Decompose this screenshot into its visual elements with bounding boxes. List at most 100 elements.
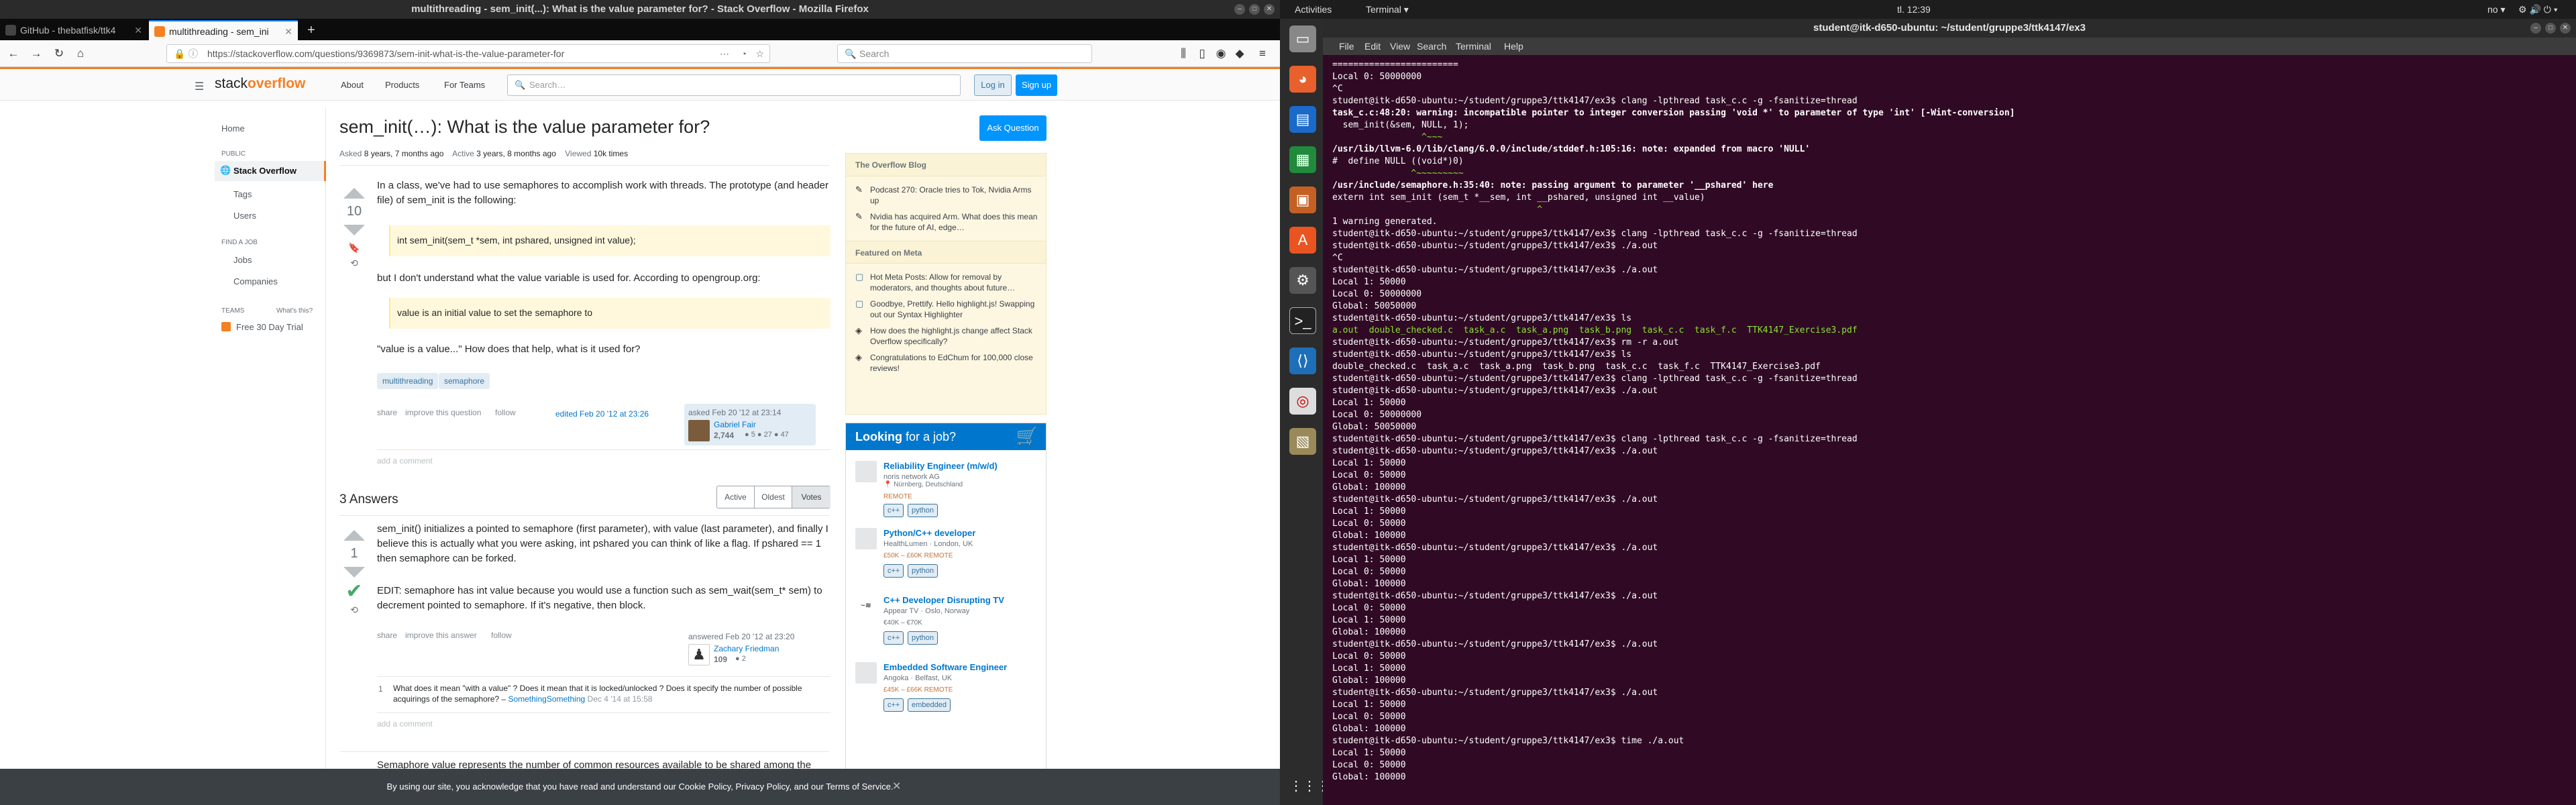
maximize-icon[interactable]: □: [1249, 4, 1260, 15]
show-applications-icon[interactable]: ⋮⋮⋮: [1289, 773, 1330, 800]
follow-link[interactable]: follow: [495, 408, 516, 417]
close-icon[interactable]: ✕: [2560, 23, 2571, 34]
info-icon[interactable]: ⓘ: [189, 45, 198, 62]
forward-icon[interactable]: →: [28, 46, 44, 62]
pocket-icon[interactable]: ◔: [741, 45, 747, 62]
sort-active-tab[interactable]: Active: [717, 486, 755, 508]
history-icon[interactable]: ⟲: [341, 604, 368, 616]
meta-item-2[interactable]: Goodbye, Prettify. Hello highlight.js! S…: [870, 299, 1038, 320]
job-listing-1[interactable]: Reliability Engineer (m/w/d) noris netwo…: [855, 461, 1043, 525]
keyboard-layout[interactable]: no ▾: [2487, 0, 2506, 19]
cpp-tag[interactable]: c++: [883, 504, 904, 517]
answerer-name[interactable]: Zachary Friedman: [714, 644, 779, 653]
terminal-output[interactable]: ======================== Local 0: 5000000…: [1332, 59, 2567, 804]
job-listing-2[interactable]: Python/C++ developer HealthLumen · Londo…: [855, 528, 1043, 592]
downvote-icon[interactable]: [343, 225, 365, 235]
job-tag[interactable]: embedded: [908, 698, 951, 712]
improve-link[interactable]: improve this question: [405, 408, 481, 417]
cpp-tag[interactable]: c++: [883, 564, 904, 578]
blog-item-1[interactable]: Podcast 270: Oracle tries to Tok, Nvidia…: [870, 184, 1038, 206]
menu-icon[interactable]: ≡: [1254, 46, 1271, 62]
vscode-icon[interactable]: ⟨⟩: [1289, 347, 1316, 374]
login-button[interactable]: Log in: [974, 74, 1012, 96]
comment-author[interactable]: SomethingSomething: [508, 694, 585, 704]
home-icon[interactable]: ⌂: [72, 46, 89, 62]
browser-search-field[interactable]: 🔍 Search: [837, 44, 1092, 63]
minimize-icon[interactable]: –: [2530, 23, 2541, 34]
history-icon[interactable]: ⟲: [341, 258, 368, 269]
new-tab-button[interactable]: +: [302, 20, 323, 40]
edited-link[interactable]: edited Feb 20 '12 at 23:26: [555, 409, 649, 419]
so-logo[interactable]: stackoverflow: [215, 76, 305, 92]
avatar[interactable]: [688, 420, 710, 441]
meta-item-1[interactable]: Hot Meta Posts: Allow for removal by mod…: [870, 272, 1038, 293]
impress-icon[interactable]: ▣: [1289, 186, 1316, 213]
back-icon[interactable]: ←: [5, 46, 21, 62]
reload-icon[interactable]: ↻: [51, 46, 67, 62]
menu-terminal[interactable]: Terminal: [1456, 38, 1491, 55]
job-listing-4[interactable]: Embedded Software Engineer Angoka · Belf…: [855, 662, 1043, 727]
settings-icon[interactable]: ⚙: [1289, 267, 1316, 294]
hamburger-icon[interactable]: ☰: [195, 80, 204, 93]
upvote-icon[interactable]: [343, 188, 365, 199]
tab-stackoverflow[interactable]: multithreading - sem_ini ✕: [149, 20, 298, 40]
upvote-icon[interactable]: [343, 530, 365, 541]
menu-help[interactable]: Help: [1504, 38, 1523, 55]
share-link[interactable]: share: [377, 631, 397, 640]
about-link[interactable]: About: [341, 80, 364, 90]
add-comment-link[interactable]: add a comment: [377, 719, 433, 729]
menu-edit[interactable]: Edit: [1364, 38, 1381, 55]
job-tag[interactable]: python: [908, 504, 938, 517]
cpp-tag[interactable]: c++: [883, 698, 904, 712]
system-status-icons[interactable]: ⚙ 🔊 ⏻ ▾: [2518, 0, 2558, 19]
bookmark-star-icon[interactable]: ☆: [755, 45, 764, 62]
job-title[interactable]: Embedded Software Engineer: [883, 662, 1007, 672]
cookie-close-icon[interactable]: ✕: [892, 769, 901, 805]
job-title[interactable]: C++ Developer Disrupting TV: [883, 595, 1004, 605]
meta-item-3[interactable]: How does the highlight.js change affect …: [870, 325, 1038, 347]
calc-icon[interactable]: ▦: [1289, 146, 1316, 173]
tab-github[interactable]: GitHub - thebatfisk/ttk4 ✕: [0, 20, 148, 40]
share-link[interactable]: share: [377, 408, 397, 417]
lock-icon[interactable]: 🔒: [174, 45, 185, 62]
nav-jobs[interactable]: Jobs: [233, 255, 252, 265]
library-icon[interactable]: ⫼: [1175, 46, 1191, 62]
blog-item-2[interactable]: Nvidia has acquired Arm. What does this …: [870, 211, 1038, 233]
nav-users[interactable]: Users: [233, 211, 256, 221]
minimize-icon[interactable]: –: [1234, 4, 1245, 15]
downvote-icon[interactable]: [343, 567, 365, 578]
job-title[interactable]: Reliability Engineer (m/w/d): [883, 461, 998, 471]
nav-home[interactable]: Home: [221, 123, 245, 133]
files-folder-icon[interactable]: ▭: [1289, 25, 1316, 52]
page-actions-icon[interactable]: ⋯: [720, 45, 729, 62]
nav-free-trial[interactable]: Free 30 Day Trial: [236, 322, 303, 332]
document-viewer-icon[interactable]: ◎: [1289, 388, 1316, 415]
software-center-icon[interactable]: A: [1289, 227, 1316, 254]
improve-link[interactable]: improve this answer: [405, 631, 477, 640]
sort-votes-tab[interactable]: Votes: [792, 486, 830, 508]
bookmark-icon[interactable]: 🔖: [341, 242, 368, 254]
activities-button[interactable]: Activities: [1295, 0, 1332, 19]
so-search-input[interactable]: 🔍 Search…: [507, 74, 961, 96]
url-text[interactable]: https://stackoverflow.com/questions/9369…: [207, 48, 564, 59]
asker-name[interactable]: Gabriel Fair: [714, 420, 756, 429]
menu-file[interactable]: File: [1339, 38, 1354, 55]
tab-close-icon[interactable]: ✕: [134, 20, 142, 40]
job-tag[interactable]: python: [908, 564, 938, 578]
clock[interactable]: tl. 12:39: [1897, 0, 1931, 19]
writer-icon[interactable]: ▤: [1289, 106, 1316, 133]
app-menu[interactable]: Terminal ▾: [1366, 0, 1409, 19]
follow-link[interactable]: follow: [491, 631, 512, 640]
tag-multithreading[interactable]: multithreading: [377, 373, 439, 389]
cpp-tag[interactable]: c++: [883, 631, 904, 645]
tab-close-icon[interactable]: ✕: [284, 21, 292, 40]
nav-stackoverflow-item[interactable]: 🌐 Stack Overflow: [215, 161, 326, 181]
job-title[interactable]: Python/C++ developer: [883, 528, 975, 538]
sidebar-icon[interactable]: ▯: [1194, 46, 1210, 62]
account-icon[interactable]: ◉: [1213, 46, 1229, 62]
url-bar[interactable]: ⓘ 🔒 https://stackoverflow.com/questions/…: [166, 44, 770, 63]
for-teams-link[interactable]: For Teams: [444, 80, 485, 90]
job-tag[interactable]: python: [908, 631, 938, 645]
sort-oldest-tab[interactable]: Oldest: [755, 486, 792, 508]
products-link[interactable]: Products: [385, 80, 419, 90]
